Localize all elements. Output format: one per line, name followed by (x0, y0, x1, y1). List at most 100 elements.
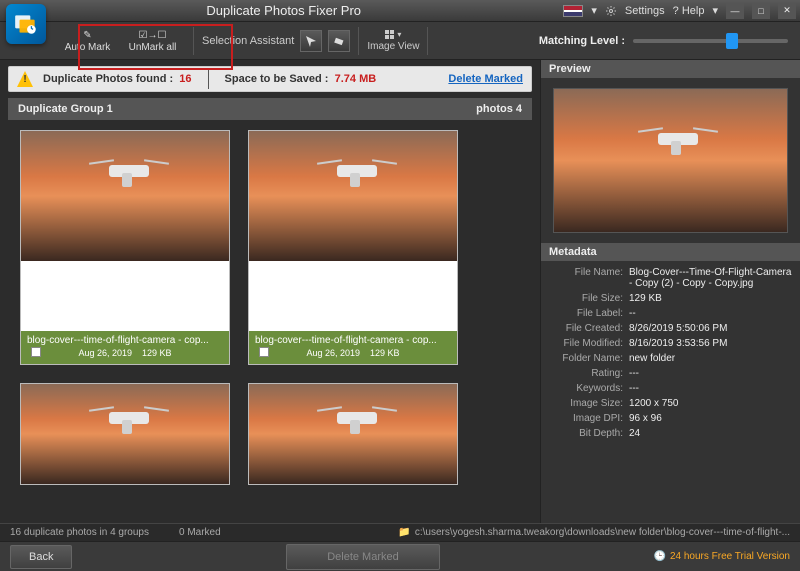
status-bar: 16 duplicate photos in 4 groups 0 Marked… (0, 523, 800, 541)
metadata-value: 1200 x 750 (629, 398, 792, 409)
gear-icon (605, 5, 617, 17)
selection-assistant-label: Selection Assistant (202, 35, 294, 47)
thumbnail-filename: blog-cover---time-of-flight-camera - cop… (27, 335, 223, 346)
selection-tool-1-button[interactable] (300, 30, 322, 52)
metadata-value: 96 x 96 (629, 413, 792, 424)
trial-label: 24 hours Free Trial Version (670, 551, 790, 562)
space-saved-label: Space to be Saved : (225, 73, 329, 85)
thumbnail-checkbox[interactable] (259, 347, 269, 357)
language-dropdown-caret[interactable]: ▾ (591, 4, 597, 17)
metadata-list: File Name:Blog-Cover---Time-Of-Flight-Ca… (541, 261, 800, 523)
metadata-key: File Label: (549, 308, 629, 319)
close-button[interactable]: ✕ (778, 3, 796, 19)
thumbnail-date: Aug 26, 2019 (78, 348, 132, 358)
app-title: Duplicate Photos Fixer Pro (4, 3, 563, 18)
info-bar: ! Duplicate Photos found : 16 Space to b… (8, 66, 532, 92)
bottom-bar: Back Delete Marked 🕒 24 hours Free Trial… (0, 541, 800, 571)
preview-image (553, 88, 788, 233)
metadata-row: File Name:Blog-Cover---Time-Of-Flight-Ca… (549, 265, 792, 291)
group-header: Duplicate Group 1 photos 4 (8, 98, 532, 120)
duplicates-count: 16 (179, 73, 191, 85)
metadata-row: Image Size:1200 x 750 (549, 396, 792, 411)
unmark-icon: ☑→☐ (139, 28, 167, 42)
back-button[interactable]: Back (10, 545, 72, 569)
thumbnail-image (249, 131, 457, 261)
metadata-row: File Modified:8/16/2019 3:53:56 PM (549, 336, 792, 351)
metadata-value: 8/26/2019 5:50:06 PM (629, 323, 792, 334)
metadata-value: new folder (629, 353, 792, 364)
metadata-key: Rating: (549, 368, 629, 379)
thumbnail-card[interactable]: blog-cover---time-of-flight-camera - cop… (20, 130, 230, 365)
metadata-key: File Size: (549, 293, 629, 304)
group-photo-count: photos 4 (476, 103, 522, 115)
duplicates-found-label: Duplicate Photos found : (43, 73, 173, 85)
metadata-key: File Name: (549, 267, 629, 289)
chevron-down-icon: ▾ (397, 30, 401, 39)
metadata-row: Keywords:--- (549, 381, 792, 396)
unmarkall-button[interactable]: ☑→☐ UnMark all (120, 22, 185, 59)
unmarkall-label: UnMark all (129, 42, 177, 53)
delete-marked-link[interactable]: Delete Marked (448, 73, 523, 85)
metadata-row: Bit Depth:24 (549, 426, 792, 441)
thumbnail-image (21, 384, 229, 484)
slider-thumb[interactable] (726, 33, 738, 49)
thumbnail-filename: blog-cover---time-of-flight-camera - cop… (255, 335, 451, 346)
titlebar: Duplicate Photos Fixer Pro ▾ Settings ? … (0, 0, 800, 22)
settings-link[interactable]: Settings (625, 5, 665, 17)
thumbnail-image (21, 131, 229, 261)
selection-tool-2-button[interactable] (328, 30, 350, 52)
status-path: c:\users\yogesh.sharma.tweakorg\download… (415, 527, 790, 538)
folder-icon: 📁 (398, 527, 410, 538)
metadata-row: Folder Name:new folder (549, 351, 792, 366)
metadata-key: Folder Name: (549, 353, 629, 364)
metadata-key: File Created: (549, 323, 629, 334)
arrow-icon (305, 35, 317, 47)
warning-icon: ! (17, 71, 33, 87)
maximize-button[interactable]: □ (752, 3, 770, 19)
metadata-value: --- (629, 368, 792, 379)
metadata-row: File Label:-- (549, 306, 792, 321)
toolbar-divider (358, 27, 359, 55)
status-marked: 0 Marked (179, 527, 221, 538)
metadata-key: Image DPI: (549, 413, 629, 424)
metadata-value: 24 (629, 428, 792, 439)
metadata-row: Rating:--- (549, 366, 792, 381)
metadata-key: File Modified: (549, 338, 629, 349)
metadata-title: Metadata (541, 243, 800, 261)
metadata-row: File Created:8/26/2019 5:50:06 PM (549, 321, 792, 336)
preview-title: Preview (541, 60, 800, 78)
imageview-label: Image View (367, 41, 419, 52)
metadata-value: 129 KB (629, 293, 792, 304)
matching-level-slider[interactable] (633, 39, 788, 43)
metadata-key: Bit Depth: (549, 428, 629, 439)
thumbnail-card[interactable] (20, 383, 230, 485)
metadata-value: 8/16/2019 3:53:56 PM (629, 338, 792, 349)
metadata-key: Keywords: (549, 383, 629, 394)
help-link[interactable]: ? Help (673, 5, 705, 17)
preview-pane: Preview Metadata File Name:Blog-Cover---… (540, 60, 800, 523)
language-flag-icon[interactable] (563, 5, 583, 17)
results-pane: ! Duplicate Photos found : 16 Space to b… (0, 60, 540, 523)
group-name: Duplicate Group 1 (18, 103, 113, 115)
infobar-divider (208, 69, 209, 89)
thumbnail-date: Aug 26, 2019 (306, 348, 360, 358)
metadata-row: Image DPI:96 x 96 (549, 411, 792, 426)
delete-marked-button[interactable]: Delete Marked (286, 544, 440, 570)
thumbnail-card[interactable] (248, 383, 458, 485)
app-logo-icon (6, 4, 46, 44)
minimize-button[interactable]: — (726, 3, 744, 19)
imageview-button[interactable]: ▾ (385, 30, 401, 39)
metadata-row: File Size:129 KB (549, 291, 792, 306)
toolbar-divider (427, 27, 428, 55)
thumbnail-size: 129 KB (142, 348, 172, 358)
thumbnail-grid: blog-cover---time-of-flight-camera - cop… (0, 120, 540, 495)
automark-label: Auto Mark (65, 42, 111, 53)
matching-level-label: Matching Level : (539, 35, 625, 47)
thumbnail-card[interactable]: blog-cover---time-of-flight-camera - cop… (248, 130, 458, 365)
thumbnail-image (249, 384, 457, 484)
wand-icon: ✎ (83, 28, 91, 42)
automark-button[interactable]: ✎ Auto Mark (55, 22, 120, 59)
thumbnail-size: 129 KB (370, 348, 400, 358)
thumbnail-checkbox[interactable] (31, 347, 41, 357)
help-dropdown-caret[interactable]: ▾ (712, 4, 718, 17)
